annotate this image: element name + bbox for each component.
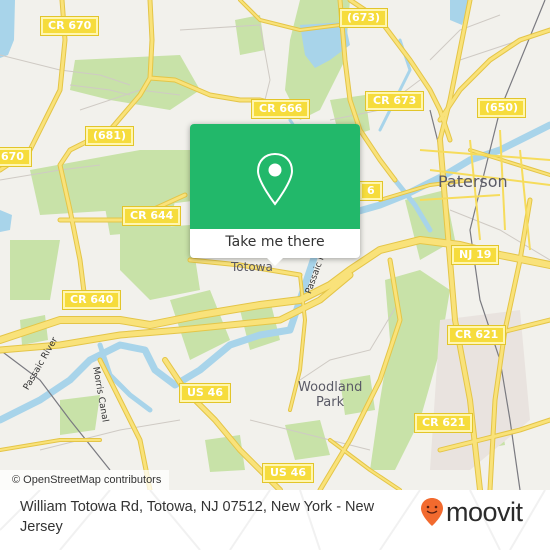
road-shield-us46-south: US 46 bbox=[262, 463, 314, 483]
place-label-woodland: Woodland bbox=[298, 380, 363, 395]
road-shield-cr621-north: CR 621 bbox=[446, 325, 507, 345]
road-shield-681: (681) bbox=[84, 126, 135, 146]
moovit-wordmark: moovit bbox=[446, 496, 523, 527]
road-shield-cr670: CR 670 bbox=[39, 16, 100, 36]
address-text: William Totowa Rd, Totowa, NJ 07512, New… bbox=[20, 499, 375, 535]
footer: William Totowa Rd, Totowa, NJ 07512, New… bbox=[0, 490, 550, 550]
popup-pointer bbox=[267, 258, 283, 266]
road-shield-670: 670 bbox=[0, 147, 32, 167]
road-shield-nj19: NJ 19 bbox=[450, 245, 500, 265]
map[interactable]: CR 670 670 (681) (673) CR 666 CR 673 (65… bbox=[0, 0, 550, 490]
road-shield-673: (673) bbox=[338, 8, 389, 28]
map-attribution[interactable]: © OpenStreetMap contributors bbox=[0, 470, 170, 490]
popup-header[interactable] bbox=[190, 124, 360, 229]
place-label-park: Park bbox=[316, 395, 345, 410]
location-popup[interactable]: Take me there bbox=[190, 124, 360, 266]
road-shield-650: (650) bbox=[476, 98, 527, 118]
road-shield-cr644: CR 644 bbox=[121, 206, 182, 226]
road-shield-cr673: CR 673 bbox=[364, 91, 425, 111]
place-label-paterson: Paterson bbox=[438, 172, 508, 191]
moovit-logo[interactable]: moovit bbox=[420, 492, 523, 532]
road-shield-6: 6 bbox=[359, 181, 383, 201]
map-pin-icon bbox=[256, 152, 294, 206]
road-shield-cr621-south: CR 621 bbox=[413, 413, 474, 433]
take-me-there-button[interactable]: Take me there bbox=[190, 229, 360, 258]
road-shield-cr640: CR 640 bbox=[61, 290, 122, 310]
road-shield-cr666: CR 666 bbox=[250, 99, 311, 119]
road-shield-us46-west: US 46 bbox=[179, 383, 231, 403]
moovit-pin-icon bbox=[421, 498, 443, 526]
